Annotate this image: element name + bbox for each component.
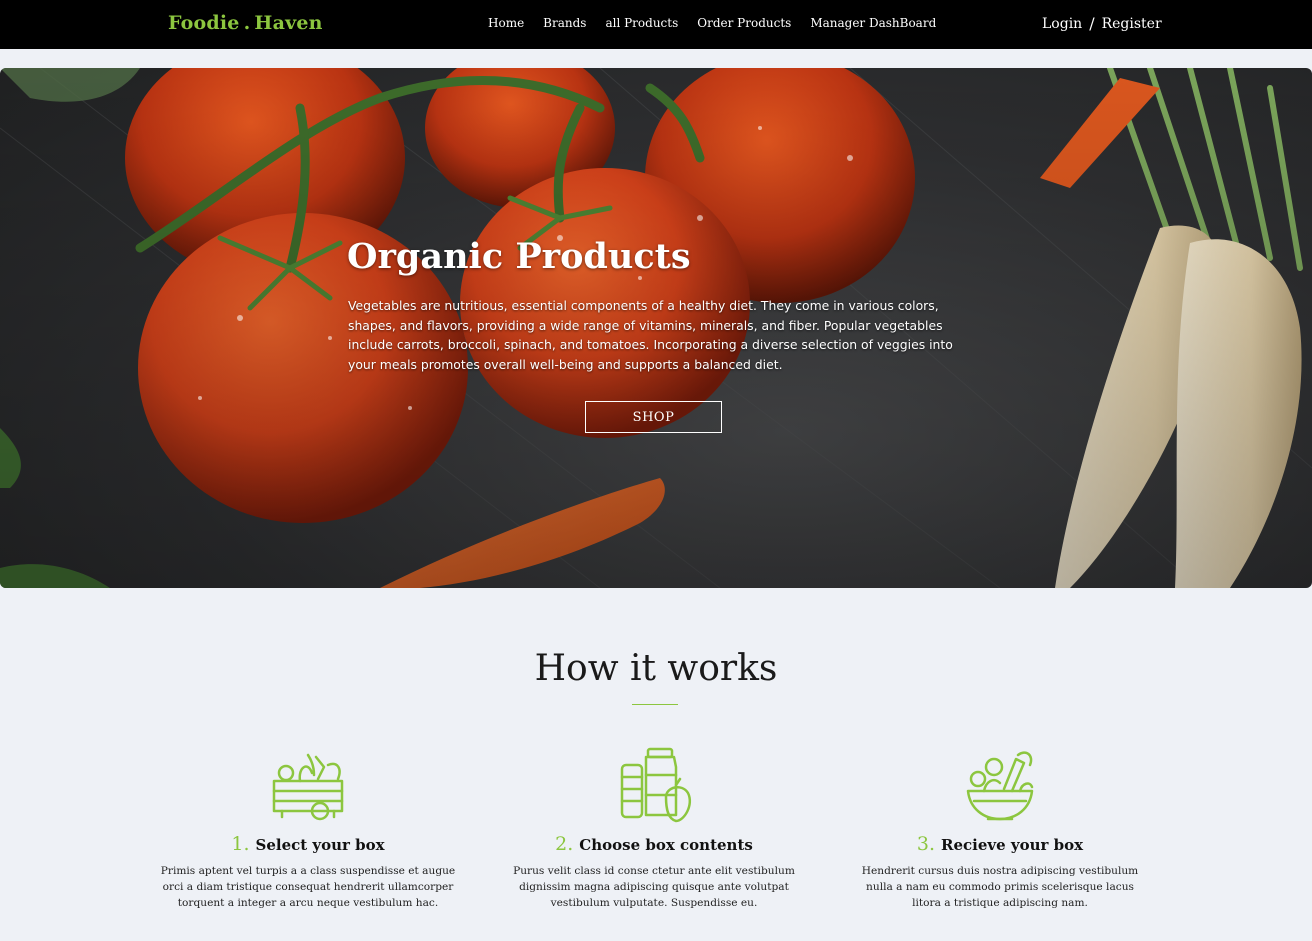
step-description: Hendrerit cursus duis nostra adipiscing … [861, 865, 1139, 909]
step-number: 2. [555, 833, 574, 855]
register-link[interactable]: Register [1102, 16, 1162, 32]
brand-name-part2: Haven [254, 12, 323, 34]
title-underline [632, 704, 678, 705]
auth-separator: / [1089, 14, 1095, 33]
nav-manager-dashboard[interactable]: Manager DashBoard [810, 16, 936, 30]
nav-home[interactable]: Home [488, 16, 524, 30]
brand-dot: . [243, 12, 251, 34]
step-description: Purus velit class id conse ctetur ante e… [513, 865, 795, 909]
step-description: Primis aptent vel turpis a a class suspe… [160, 865, 456, 909]
groceries-icon [620, 747, 692, 823]
brand-logo[interactable]: Foodie. Haven [168, 12, 323, 34]
step-title: Choose box contents [579, 836, 753, 854]
navbar: Foodie. Haven Home Brands all Products Or… [0, 0, 1312, 49]
vegetable-crate-icon [272, 753, 344, 821]
step-number: 1. [231, 833, 250, 855]
hero-title: Organic Products [347, 236, 691, 277]
nav-order-products[interactable]: Order Products [697, 16, 791, 30]
nav-all-products[interactable]: all Products [605, 16, 678, 30]
step-number: 3. [916, 833, 936, 855]
auth-links: Login / Register [1042, 14, 1162, 33]
step-receive-box: 3. Recieve your box Hendrerit cursus dui… [840, 745, 1160, 911]
step-heading: 3. Recieve your box [840, 833, 1160, 855]
shop-button[interactable]: SHOP [585, 401, 722, 433]
step-heading: 1. Select your box [148, 833, 468, 855]
step-choose-contents: 2. Choose box contents Purus velit class… [494, 745, 814, 911]
main-menu: Home Brands all Products Order Products … [488, 16, 936, 30]
hero-description: Vegetables are nutritious, essential com… [348, 298, 953, 372]
nav-brands[interactable]: Brands [543, 16, 586, 30]
login-link[interactable]: Login [1042, 16, 1082, 32]
step-heading: 2. Choose box contents [494, 833, 814, 855]
step-title: Select your box [255, 836, 385, 854]
brand-name-part1: Foodie [168, 12, 240, 34]
step-title: Recieve your box [941, 836, 1084, 854]
salad-bowl-icon [966, 751, 1034, 821]
hero-banner: Organic Products Vegetables are nutritio… [0, 68, 1312, 588]
how-it-works-title: How it works [534, 648, 778, 689]
step-select-box: 1. Select your box Primis aptent vel tur… [148, 745, 468, 911]
